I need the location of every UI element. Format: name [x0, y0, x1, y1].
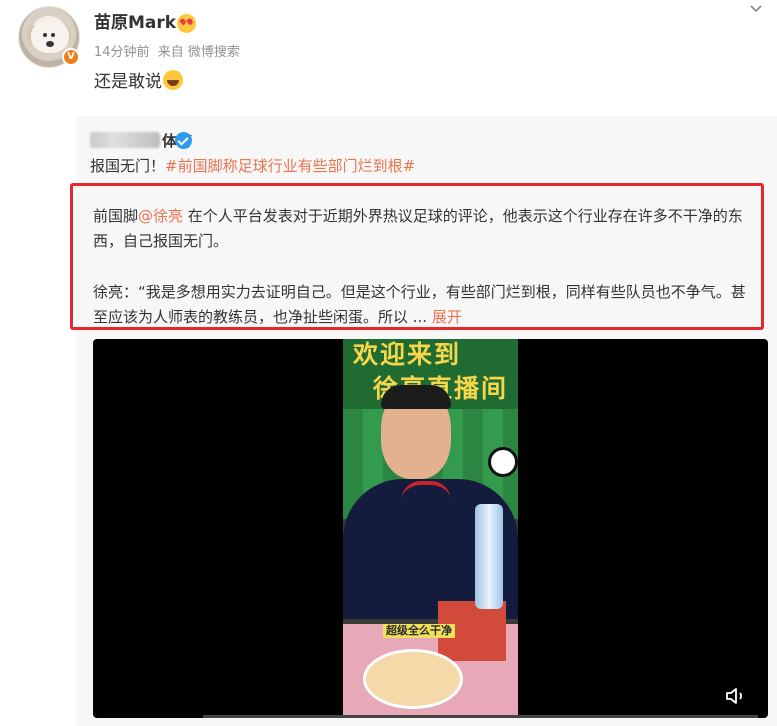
avatar-nose — [46, 41, 54, 47]
vip-badge-icon: V — [62, 48, 80, 66]
video-caption: 超级全么干净 — [383, 624, 455, 638]
video-progress-bar[interactable] — [203, 715, 758, 718]
expand-link[interactable]: 展开 — [432, 308, 462, 326]
spray-bottle — [475, 504, 503, 609]
banner-line-1: 欢迎来到 — [353, 340, 462, 369]
heart-eyes-emoji-icon — [177, 14, 196, 33]
p1-prefix: 前国脚 — [93, 207, 139, 225]
video-player[interactable]: 欢迎来到 徐亮直播间 超级全么干净 — [93, 339, 768, 718]
avatar-dog-head — [31, 19, 69, 53]
repost-paragraph-2: 徐亮：“我是多想用实力去证明自己。但是这个行业，有些部门烂到根，同样有些队员也不… — [93, 280, 755, 330]
laughing-emoji-icon — [163, 70, 183, 90]
speaker-icon[interactable] — [724, 684, 748, 708]
post-meta: 14分钟前 来自 微博搜索 — [94, 44, 244, 62]
verified-icon — [175, 132, 192, 149]
repost-paragraph-1: 前国脚@徐亮 在个人平台发表对于近期外界热议足球的评论，他表示这个行业存在许多不… — [93, 204, 755, 254]
chevron-down-icon[interactable] — [749, 2, 763, 16]
post-time[interactable]: 14分钟前 — [94, 45, 150, 60]
video-frame: 欢迎来到 徐亮直播间 超级全么干净 — [343, 339, 518, 718]
post-source: 来自 微博搜索 — [157, 45, 240, 60]
cake — [363, 649, 463, 709]
soccer-ball — [488, 447, 518, 477]
hashtag-link[interactable]: #前国脚称足球行业有些部门烂到根# — [165, 157, 415, 175]
p1-rest: 在个人平台发表对于近期外界热议足球的评论，他表示这个行业存在许多不干净的东西，自… — [93, 207, 743, 250]
username[interactable]: 苗原Mark — [94, 12, 176, 34]
blurred-name — [90, 132, 160, 148]
person-hair — [381, 385, 451, 409]
repost-title-line: 报国无门！#前国脚称足球行业有些部门烂到根# — [90, 156, 415, 176]
p2-text: 徐亮：“我是多想用实力去证明自己。但是这个行业，有些部门烂到根，同样有些队员也不… — [93, 283, 746, 326]
post-text: 还是敢说 — [94, 70, 183, 94]
mention-link[interactable]: @徐亮 — [138, 207, 183, 225]
post-text-content: 还是敢说 — [94, 72, 162, 92]
repost-title: 报国无门！ — [90, 157, 166, 175]
avatar-eye-right — [51, 33, 55, 37]
weibo-post: V 苗原Mark 14分钟前 来自 微博搜索 还是敢说 体育 报国无门！#前国脚… — [0, 0, 777, 726]
avatar-eye-left — [43, 33, 47, 37]
